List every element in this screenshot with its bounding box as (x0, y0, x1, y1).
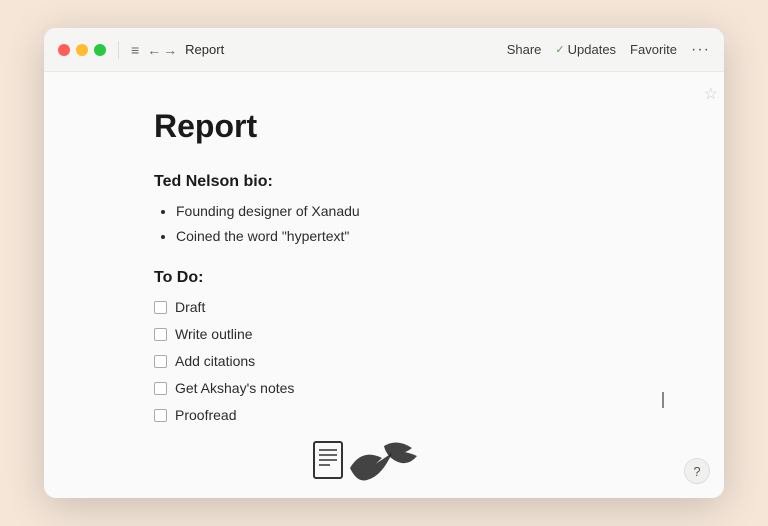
close-button[interactable] (58, 44, 70, 56)
document-content: Report Ted Nelson bio: Founding designer… (44, 72, 724, 498)
updates-label: Updates (568, 42, 616, 57)
bio-heading: Ted Nelson bio: (154, 173, 644, 191)
titlebar: ≡ ← → Report Share ✓ Updates Favorite ··… (44, 28, 724, 72)
app-window: ≡ ← → Report Share ✓ Updates Favorite ··… (44, 28, 724, 498)
bottom-illustration (312, 438, 432, 498)
text-cursor (662, 392, 664, 408)
titlebar-right: Share ✓ Updates Favorite ··· (507, 41, 710, 59)
updates-button[interactable]: ✓ Updates (555, 42, 616, 57)
todo-checkbox-notes[interactable] (154, 382, 167, 395)
todo-checkbox-proofread[interactable] (154, 409, 167, 422)
todo-label-citations: Add citations (175, 351, 255, 372)
bio-item-1: Founding designer of Xanadu (176, 201, 644, 222)
todo-heading: To Do: (154, 269, 644, 287)
minimize-button[interactable] (76, 44, 88, 56)
bio-list: Founding designer of Xanadu Coined the w… (154, 201, 644, 247)
todo-item-outline: Write outline (154, 324, 644, 345)
favorite-button[interactable]: Favorite (630, 42, 677, 57)
todo-label-proofread: Proofread (175, 405, 236, 426)
traffic-lights (58, 44, 106, 56)
titlebar-separator (118, 41, 119, 59)
back-arrow-icon[interactable]: ← (147, 42, 161, 58)
todo-checkbox-draft[interactable] (154, 301, 167, 314)
menu-icon[interactable]: ≡ (131, 42, 139, 58)
maximize-button[interactable] (94, 44, 106, 56)
todo-item-draft: Draft (154, 297, 644, 318)
share-button[interactable]: Share (507, 42, 542, 57)
todo-item-notes: Get Akshay's notes (154, 378, 644, 399)
todo-checkbox-outline[interactable] (154, 328, 167, 341)
todo-label-outline: Write outline (175, 324, 253, 345)
todo-checkbox-citations[interactable] (154, 355, 167, 368)
bio-item-2: Coined the word "hypertext" (176, 226, 644, 247)
nav-arrows: ← → (147, 42, 177, 58)
todo-label-draft: Draft (175, 297, 205, 318)
forward-arrow-icon[interactable]: → (163, 42, 177, 58)
document-title: Report (154, 108, 644, 145)
todo-list: Draft Write outline Add citations Get Ak… (154, 297, 644, 426)
todo-label-notes: Get Akshay's notes (175, 378, 294, 399)
updates-check-icon: ✓ (555, 43, 564, 56)
todo-item-citations: Add citations (154, 351, 644, 372)
help-button[interactable]: ? (684, 458, 710, 484)
todo-item-proofread: Proofread (154, 405, 644, 426)
more-options-button[interactable]: ··· (691, 41, 710, 59)
window-title: Report (185, 42, 224, 57)
